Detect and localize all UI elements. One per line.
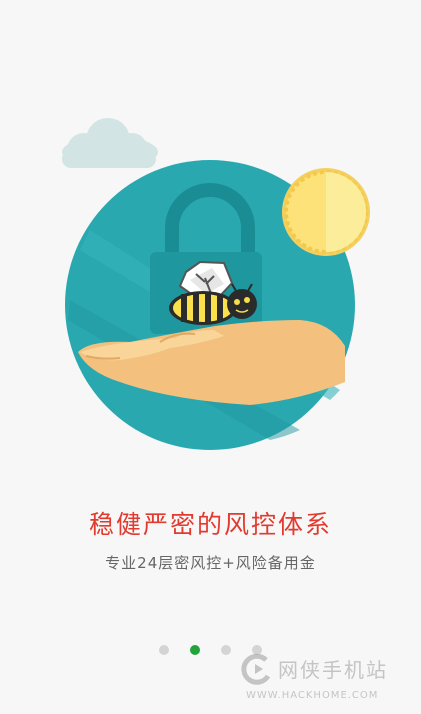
hero-illustration: [62, 118, 370, 450]
cloud-icon: [62, 118, 158, 168]
watermark-logo-icon: [241, 653, 271, 685]
page-dot-2-active[interactable]: [190, 645, 200, 655]
page-dot-3[interactable]: [221, 645, 231, 655]
slide-subtitle: 专业24层密风控+风险备用金: [105, 554, 316, 572]
watermark-name: 网侠手机站: [278, 658, 388, 682]
page-dot-1[interactable]: [159, 645, 169, 655]
sun-icon: [282, 168, 370, 256]
site-watermark: 网侠手机站 WWW.HACKHOME.COM: [240, 650, 415, 710]
slide-headline: 稳健严密的风控体系: [88, 510, 332, 539]
watermark-url: WWW.HACKHOME.COM: [246, 690, 379, 701]
